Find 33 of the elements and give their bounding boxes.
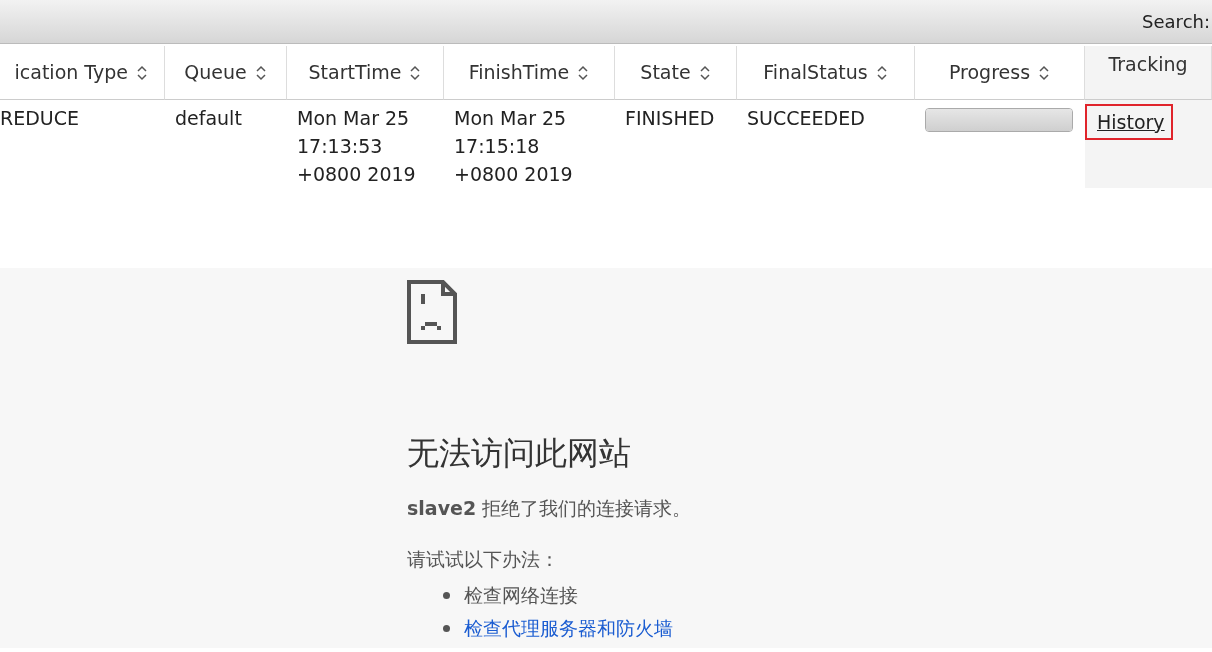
- table-cell: SUCCEEDED: [747, 107, 865, 129]
- column-header[interactable]: State: [615, 46, 737, 100]
- column-header[interactable]: FinishTime: [444, 46, 615, 100]
- table-cell-text: +0800 2019: [297, 162, 417, 187]
- suggestion-link[interactable]: 检查代理服务器和防火墙: [464, 612, 673, 646]
- table-cell-text: Mon Mar 25: [454, 106, 568, 131]
- suggestion-intro: 请试试以下办法：: [407, 546, 560, 572]
- sort-icon[interactable]: [1038, 64, 1051, 81]
- error-title: 无法访问此网站: [407, 434, 632, 473]
- bullet-icon: [443, 625, 450, 633]
- sad-page-icon: [407, 280, 457, 344]
- table-cell-text: 17:15:18: [454, 134, 541, 159]
- column-header[interactable]: ication Type: [0, 46, 165, 100]
- search-label: Search:: [1142, 10, 1210, 34]
- sort-icon[interactable]: [875, 64, 888, 81]
- history-link[interactable]: History: [1085, 104, 1173, 140]
- column-header[interactable]: Queue: [165, 46, 287, 100]
- table-cell: REDUCE: [0, 107, 79, 129]
- error-message: slave2 拒绝了我们的连接请求。: [407, 496, 693, 522]
- bullet-icon: [443, 592, 450, 600]
- table-cell: FINISHED: [625, 107, 715, 129]
- table-cell-text: 17:13:53: [297, 134, 384, 159]
- column-header[interactable]: FinalStatus: [737, 46, 915, 100]
- sort-icon[interactable]: [409, 64, 422, 81]
- sort-icon[interactable]: [577, 64, 590, 81]
- suggestion-text: 检查网络连接: [464, 583, 578, 609]
- table-cell: default: [175, 107, 242, 129]
- column-header[interactable]: StartTime: [287, 46, 444, 100]
- table-cell-text: +0800 2019: [454, 162, 574, 187]
- sort-icon[interactable]: [254, 64, 267, 81]
- sort-icon[interactable]: [136, 64, 148, 81]
- table-cell-text: Mon Mar 25: [297, 106, 411, 131]
- sort-icon[interactable]: [698, 64, 711, 81]
